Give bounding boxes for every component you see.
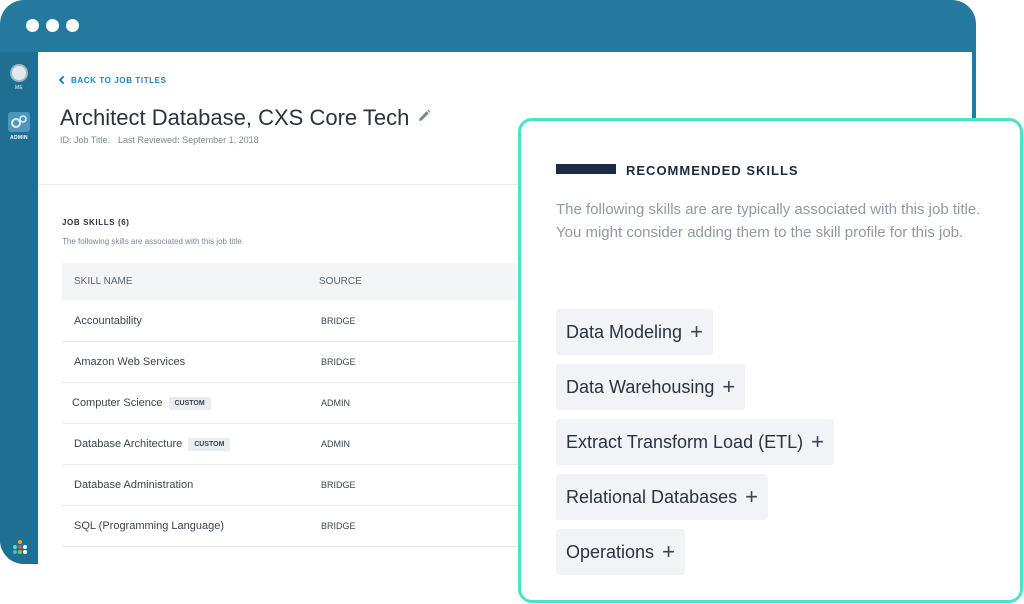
table-row[interactable]: Accountability BRIDGE: [62, 301, 542, 342]
table-row[interactable]: Database Architecture CUSTOM ADMIN: [62, 424, 542, 465]
skill-source: ADMIN: [321, 439, 350, 449]
gear-icon: [8, 112, 30, 132]
add-skill-chip-relational-databases[interactable]: Relational Databases +: [556, 474, 768, 520]
skill-source: BRIDGE: [321, 480, 356, 490]
skill-name-text: SQL (Programming Language): [74, 520, 225, 532]
skill-source: BRIDGE: [321, 521, 356, 531]
skill-chip-label: Relational Databases: [566, 487, 738, 507]
apps-grid-icon[interactable]: [13, 540, 27, 554]
back-link-label: BACK TO JOB TITLES: [71, 76, 167, 85]
skill-source: BRIDGE: [321, 357, 356, 367]
plus-icon: +: [690, 319, 703, 344]
column-header-source[interactable]: SOURCE: [319, 276, 362, 287]
job-skills-subtitle: The following skills are associated with…: [62, 237, 242, 246]
skill-chip-label: Extract Transform Load (ETL): [566, 432, 804, 452]
chevron-left-icon: [58, 75, 68, 85]
avatar-icon: [10, 64, 28, 82]
skill-source: ADMIN: [321, 398, 350, 408]
skill-chip-label: Data Warehousing: [566, 377, 715, 397]
sidebar-item-admin[interactable]: ADMIN: [0, 112, 38, 141]
skill-name-text: Database Architecture: [74, 438, 183, 450]
page-title-text: Architect Database, CXS Core Tech: [60, 105, 410, 130]
window-dot-icon[interactable]: [26, 19, 39, 32]
pencil-icon[interactable]: [417, 109, 431, 123]
recommended-skills-description: The following skills are are typically a…: [556, 201, 981, 241]
skill-name: Database Architecture CUSTOM: [74, 438, 231, 451]
recommended-skills-heading: RECOMMENDED SKILLS: [626, 163, 799, 178]
back-to-job-titles-link[interactable]: BACK TO JOB TITLES: [58, 75, 167, 85]
sidebar-item-label: ME: [14, 85, 24, 91]
skill-name-text: Database Administration: [74, 479, 194, 491]
skill-chip-label: Operations: [566, 542, 655, 562]
job-skills-heading: JOB SKILLS (6): [62, 218, 130, 227]
sidebar-item-label: ADMIN: [10, 135, 28, 141]
skill-source: BRIDGE: [321, 316, 356, 326]
skill-name-text: Accountability: [74, 315, 142, 327]
skill-name-text: Computer Science: [72, 397, 163, 409]
table-row[interactable]: Database Administration BRIDGE: [62, 465, 542, 506]
sidebar: ME ADMIN: [0, 52, 38, 564]
job-id-text: ID: Job Title.: [60, 135, 111, 145]
page-title: Architect Database, CXS Core Tech: [60, 105, 431, 131]
table-row[interactable]: Computer Science CUSTOM ADMIN: [62, 383, 542, 424]
table-row[interactable]: SQL (Programming Language) BRIDGE: [62, 506, 542, 547]
skill-name: Amazon Web Services: [74, 356, 185, 368]
add-skill-chip-data-warehousing[interactable]: Data Warehousing +: [556, 364, 746, 410]
table-header: SKILL NAME SOURCE: [62, 263, 542, 301]
job-skills-table: SKILL NAME SOURCE Accountability BRIDGE …: [62, 263, 542, 547]
window-dot-icon[interactable]: [46, 19, 59, 32]
skill-name: Database Administration: [74, 479, 193, 491]
plus-icon: +: [745, 484, 758, 509]
window-dot-icon[interactable]: [66, 19, 79, 32]
heading-accent-bar: [556, 164, 616, 174]
window-titlebar: [0, 0, 976, 52]
sidebar-item-me[interactable]: ME: [0, 64, 38, 91]
skill-chip-label: Data Modeling: [566, 322, 683, 342]
skill-name: Accountability: [74, 315, 142, 327]
column-header-skill-name[interactable]: SKILL NAME: [74, 276, 133, 287]
add-skill-chip-etl[interactable]: Extract Transform Load (ETL) +: [556, 419, 834, 465]
job-meta: ID: Job Title. Last Reviewed: September 1…: [60, 135, 259, 145]
custom-badge: CUSTOM: [188, 438, 231, 451]
recommended-skills-panel: RECOMMENDED SKILLS The following skills …: [518, 118, 1023, 603]
table-row[interactable]: Amazon Web Services BRIDGE: [62, 342, 542, 383]
plus-icon: +: [811, 429, 824, 454]
plus-icon: +: [662, 539, 675, 564]
custom-badge: CUSTOM: [168, 397, 211, 410]
add-skill-chip-operations[interactable]: Operations +: [556, 529, 685, 575]
last-reviewed-text: Last Reviewed: September 1, 2018: [118, 135, 259, 145]
plus-icon: +: [722, 374, 736, 399]
skill-name: SQL (Programming Language): [74, 520, 224, 532]
skill-name-text: Amazon Web Services: [74, 356, 186, 368]
skill-name: Computer Science CUSTOM: [72, 397, 211, 410]
add-skill-chip-data-modeling[interactable]: Data Modeling +: [556, 309, 713, 355]
